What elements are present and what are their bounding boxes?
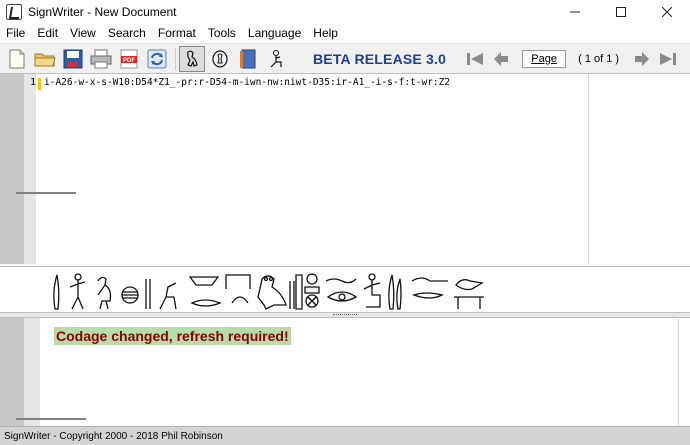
editor-horizontal-scrollbar[interactable]: [16, 192, 76, 194]
maximize-icon: [616, 7, 626, 17]
current-line-marker: [38, 78, 41, 90]
glyph-folded-cloth: [121, 286, 139, 304]
glyph-pool: [231, 296, 249, 304]
signwriter-app-icon: [6, 4, 22, 20]
seated-figure-icon: [270, 49, 282, 67]
seated-figure-button[interactable]: [263, 46, 289, 72]
title-bar: SignWriter - New Document: [0, 0, 690, 24]
page-count: ( 1 of 1 ): [578, 52, 620, 65]
glyph-basket: [145, 279, 151, 309]
close-icon: [662, 7, 672, 17]
new-document-button[interactable]: [4, 46, 30, 72]
line-number: 1: [30, 77, 37, 88]
first-page-icon: [467, 52, 484, 65]
print-button[interactable]: [88, 46, 114, 72]
output-pane: Codage changed, refresh required!: [0, 318, 690, 426]
editor-gutter: [0, 74, 24, 264]
hieroglyph-bird-icon: [187, 50, 198, 67]
hieroglyph-cartouche-icon: [212, 49, 228, 68]
menu-edit[interactable]: Edit: [31, 24, 64, 43]
menu-bar: File Edit View Search Format Tools Langu…: [0, 24, 690, 43]
new-document-icon: [9, 49, 25, 68]
menu-format[interactable]: Format: [152, 24, 202, 43]
glyph-reed-leaf-2: [388, 274, 402, 310]
glyph-mouth: [225, 274, 251, 289]
menu-language[interactable]: Language: [242, 24, 307, 43]
first-page-button[interactable]: [464, 48, 486, 70]
page-label[interactable]: Page: [522, 49, 567, 68]
minimize-icon: [570, 11, 580, 13]
next-page-icon: [635, 51, 650, 66]
save-button[interactable]: [60, 46, 86, 72]
menu-tools[interactable]: Tools: [202, 24, 242, 43]
previous-page-icon: [494, 51, 509, 66]
glyph-man-seated: [363, 273, 381, 308]
beta-release-label: BETA RELEASE 3.0: [313, 50, 447, 67]
previous-page-button[interactable]: [490, 48, 512, 70]
glyph-eye: [326, 291, 358, 302]
open-folder-icon: [34, 53, 56, 66]
open-button[interactable]: [32, 46, 58, 72]
last-page-button[interactable]: [657, 48, 679, 70]
last-page-icon: [660, 52, 677, 65]
refresh-button[interactable]: [144, 46, 170, 72]
glyph-preview: [0, 266, 690, 312]
glyph-man-pointing: [69, 273, 86, 310]
close-button[interactable]: [644, 0, 690, 24]
glyph-jar-stand: [188, 276, 222, 307]
refresh-icon: [147, 49, 167, 68]
glyph-water: [325, 278, 357, 284]
next-page-button[interactable]: [631, 48, 653, 70]
code-editor[interactable]: 1 i-A26-w-x-s-W10:D54*Z1_-pr:r-D54-m-iwn…: [0, 73, 690, 264]
status-text: SignWriter - Copyright 2000 - 2018 Phil …: [4, 430, 223, 442]
output-margin: [24, 318, 40, 426]
glyph-owl: [257, 275, 287, 310]
glyph-reed-leaf: [53, 274, 60, 310]
splitter-grip[interactable]: [333, 314, 357, 316]
line-number-margin: [24, 74, 36, 264]
output-right-margin: [678, 318, 679, 426]
hieroglyph-cartouche-button[interactable]: [207, 46, 233, 72]
glyph-city: [304, 273, 320, 308]
save-icon: [63, 49, 83, 68]
status-bar: SignWriter - Copyright 2000 - 2018 Phil …: [0, 426, 690, 445]
output-gutter: [0, 318, 24, 426]
code-text[interactable]: i-A26-w-x-s-W10:D54*Z1_-pr:r-D54-m-iwn-n…: [44, 77, 450, 88]
toolbar-separator: [175, 47, 176, 70]
pdf-button[interactable]: PDF: [116, 46, 142, 72]
menu-help[interactable]: Help: [307, 24, 344, 43]
glyph-quail-chick: [97, 276, 112, 310]
menu-view[interactable]: View: [64, 24, 102, 43]
window-controls: [552, 0, 690, 24]
menu-search[interactable]: Search: [102, 24, 152, 43]
book-button[interactable]: [235, 46, 261, 72]
print-icon: [90, 49, 112, 68]
hieroglyph-bird-button[interactable]: [179, 45, 205, 72]
menu-file[interactable]: File: [0, 24, 31, 43]
window-title: SignWriter - New Document: [28, 5, 177, 19]
hieroglyph-row: [53, 273, 484, 310]
maximize-button[interactable]: [598, 0, 644, 24]
glyph-bolt: [289, 274, 303, 310]
editor-right-margin: [588, 74, 589, 264]
toolbar: PDF BETA RELEASE 3.0 Page ( 1 of 1 ): [0, 43, 690, 73]
output-horizontal-scrollbar[interactable]: [16, 418, 86, 420]
glyph-legs-walking: [159, 282, 177, 310]
pdf-label: PDF: [123, 58, 135, 64]
glyph-horned-viper: [411, 277, 448, 299]
glyph-swallow: [454, 279, 484, 309]
refresh-warning-message: Codage changed, refresh required!: [54, 327, 291, 345]
minimize-button[interactable]: [552, 0, 598, 24]
pdf-icon: PDF: [120, 49, 138, 68]
book-icon: [240, 49, 256, 68]
